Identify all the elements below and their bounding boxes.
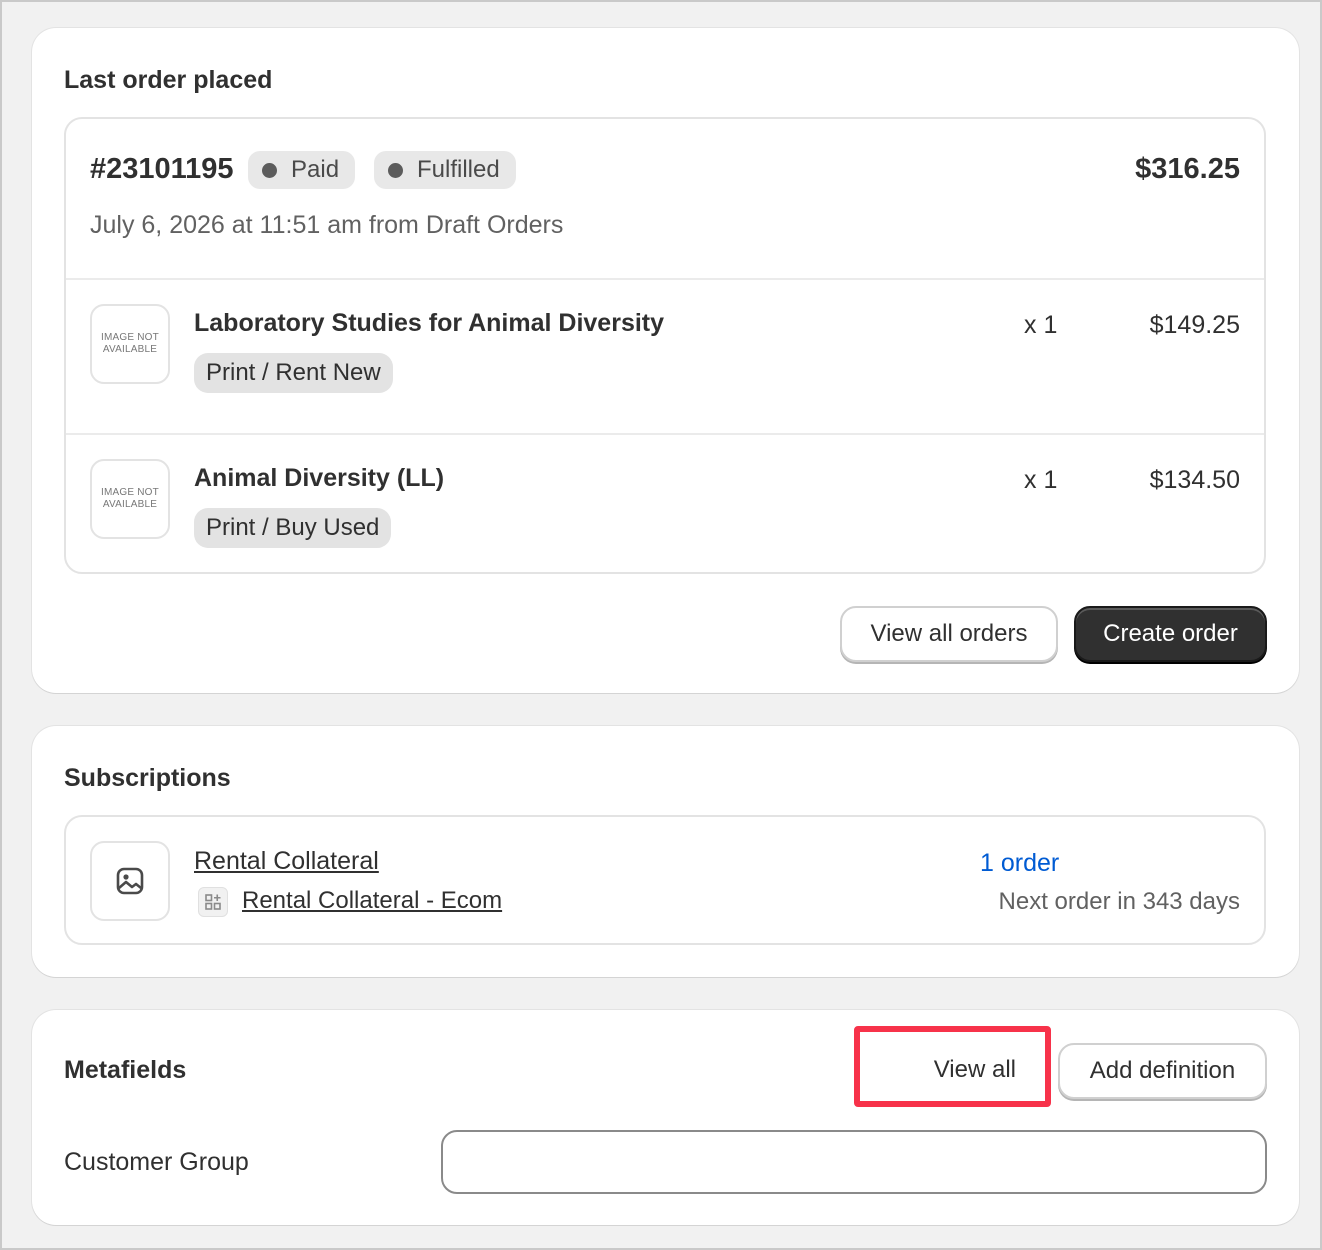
product-thumbnail: IMAGE NOT AVAILABLE <box>90 304 170 384</box>
variant-label: Print / Rent New <box>206 359 381 386</box>
status-dot-icon <box>262 162 277 178</box>
metafields-card: Metafields View all Add definition Custo… <box>32 1010 1299 1225</box>
subscriptions-title: Subscriptions <box>64 764 231 792</box>
order-summary: #23101195 Paid Fulfilled $316.25 July 6,… <box>64 117 1266 574</box>
subscription-thumbnail <box>90 841 170 921</box>
last-order-title: Last order placed <box>64 66 273 94</box>
status-badge-paid: Paid <box>248 151 356 189</box>
order-subtitle: July 6, 2026 at 11:51 am from Draft Orde… <box>90 211 564 239</box>
view-all-orders-button[interactable]: View all orders <box>840 606 1058 662</box>
subscriptions-card: Subscriptions Rental Collateral Rental C… <box>32 726 1299 977</box>
product-name[interactable]: Laboratory Studies for Animal Diversity <box>194 309 664 338</box>
item-price: $149.25 <box>1149 311 1240 339</box>
product-thumbnail: IMAGE NOT AVAILABLE <box>90 459 170 539</box>
image-not-available-text: IMAGE NOT AVAILABLE <box>101 332 159 355</box>
divider <box>66 433 1264 435</box>
item-price: $134.50 <box>1149 466 1240 494</box>
create-order-button[interactable]: Create order <box>1074 606 1267 662</box>
variant-label: Print / Buy Used <box>206 514 380 541</box>
order-number[interactable]: #23101195 <box>90 153 234 186</box>
product-name[interactable]: Animal Diversity (LL) <box>194 464 444 493</box>
image-not-available-text: IMAGE NOT AVAILABLE <box>101 487 159 510</box>
customer-group-input[interactable] <box>441 1130 1267 1194</box>
add-definition-button[interactable]: Add definition <box>1058 1043 1267 1099</box>
next-order-text: Next order in 343 days <box>998 888 1240 915</box>
status-dot-icon <box>388 162 403 178</box>
variant-pill: Print / Rent New <box>194 353 393 393</box>
subscription-name-link[interactable]: Rental Collateral <box>194 847 379 876</box>
status-badge-fulfilled: Fulfilled <box>374 151 516 189</box>
highlight-box <box>854 1026 1051 1107</box>
image-placeholder-icon <box>116 867 144 895</box>
subscription-orders-link[interactable]: 1 order <box>980 849 1059 878</box>
divider <box>66 278 1264 280</box>
metafields-title: Metafields <box>64 1056 187 1084</box>
metafield-label: Customer Group <box>64 1148 249 1176</box>
order-total: $316.25 <box>1135 153 1240 185</box>
badge-label: Paid <box>291 156 340 183</box>
app-icon <box>198 887 228 917</box>
item-quantity: x 1 <box>1024 311 1058 339</box>
variant-pill: Print / Buy Used <box>194 508 392 548</box>
item-quantity: x 1 <box>1024 466 1058 494</box>
last-order-card: Last order placed #23101195 Paid Fulfill… <box>32 28 1299 693</box>
subscription-app-link[interactable]: Rental Collateral - Ecom <box>242 887 502 915</box>
badge-label: Fulfilled <box>417 156 500 183</box>
subscription-item: Rental Collateral Rental Collateral - Ec… <box>64 815 1266 945</box>
